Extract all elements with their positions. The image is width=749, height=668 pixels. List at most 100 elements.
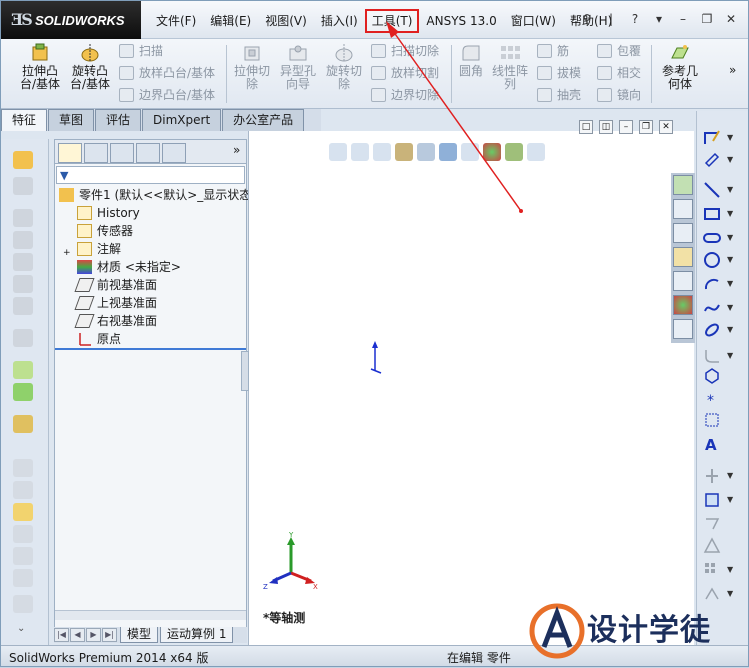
dimxpert-manager-tab[interactable] [136,143,160,163]
chevron-down-icon[interactable]: ▼ [727,279,733,288]
shell-button[interactable]: 抽壳 [537,85,581,105]
horizontal-scrollbar[interactable] [55,610,246,620]
pattern-icon[interactable] [13,329,33,347]
extrude-icon[interactable] [13,151,33,169]
sketch-picture-icon[interactable] [13,481,33,499]
configuration-manager-tab[interactable] [110,143,134,163]
extrude-cut-button[interactable]: 拉伸切 除 [227,43,277,91]
offset-entities-icon[interactable] [703,515,721,533]
restore-icon[interactable]: ❐ [639,120,653,134]
linear-pattern-button[interactable]: 线性阵 列 [485,43,535,91]
tree-filter[interactable]: ▼ [56,166,245,184]
menu-window[interactable]: 窗口(W) [504,9,563,33]
close-icon[interactable]: ✕ [659,120,673,134]
revolve-cut-button[interactable]: 旋转切 除 [319,43,369,91]
line-icon[interactable] [703,181,721,199]
tab-evaluate[interactable]: 评估 [95,109,142,131]
chevron-down-icon[interactable]: ▼ [727,471,733,480]
resources-icon[interactable] [673,175,693,195]
feature-manager-tab[interactable] [58,143,82,163]
spline-icon[interactable] [703,299,721,317]
prev-tab-icon[interactable]: ◀ [70,628,85,642]
tab-motion-study[interactable]: 运动算例 1 [160,627,234,643]
cascade-icon[interactable]: ◫ [599,120,613,134]
annotation-icon[interactable] [13,503,33,521]
menu-view[interactable]: 视图(V) [258,9,314,33]
point-icon[interactable]: * [703,391,721,409]
minimize-icon[interactable]: – [619,120,633,134]
hide-show-icon[interactable] [461,143,479,161]
loft-boss-button[interactable]: 放样凸台/基体 [119,63,215,83]
shell-icon[interactable] [13,231,33,249]
rectangle-icon[interactable] [703,205,721,223]
mirror-button[interactable]: 镜向 [597,85,641,105]
chevron-down-icon[interactable]: ▼ [727,351,733,360]
sweep-button[interactable]: 扫描 [119,41,163,61]
mirror-entities-icon[interactable] [703,537,721,555]
chevron-down-icon[interactable]: ▼ [727,589,733,598]
scene-icon[interactable] [505,143,523,161]
expand-icon[interactable]: » [233,143,240,157]
hole-wizard-button[interactable]: 异型孔 向导 [273,43,323,91]
chevron-down-icon[interactable]: ▼ [727,185,733,194]
chevron-down-icon[interactable]: ▼ [727,325,733,334]
rollback-bar[interactable] [55,348,246,350]
menu-edit[interactable]: 编辑(E) [203,9,258,33]
cut-icon[interactable] [13,177,33,195]
tile-icon[interactable]: □ [579,120,593,134]
sweep-cut-button[interactable]: 扫描切除 [371,41,439,61]
reference-icon[interactable] [13,361,33,379]
graphics-area[interactable]: Y X Z *等轴测 [241,131,694,645]
first-tab-icon[interactable]: |◀ [54,628,69,642]
intersect-button[interactable]: 相交 [597,63,641,83]
chevron-down-icon[interactable]: ▼ [727,303,733,312]
boundary-boss-button[interactable]: 边界凸台/基体 [119,85,215,105]
linear-sketch-pattern-icon[interactable] [703,561,721,579]
view-orientation-icon[interactable] [417,143,435,161]
zoom-fit-icon[interactable] [329,143,347,161]
trim-icon[interactable] [703,467,721,485]
tab-office-products[interactable]: 办公室产品 [222,109,305,131]
display-manager-tab[interactable] [162,143,186,163]
chevron-down-icon[interactable]: ▾ [650,10,668,28]
expand-toolbar-icon[interactable]: » [729,63,736,77]
file-explorer-icon[interactable] [673,247,693,267]
boundary-cut-button[interactable]: 边界切除 [371,85,439,105]
chevron-down-icon[interactable]: ▼ [727,133,733,142]
menu-insert[interactable]: 插入(I) [314,9,365,33]
curve-icon[interactable] [13,383,33,401]
polygon-icon[interactable] [703,367,721,385]
ellipse-icon[interactable] [703,321,721,339]
text-icon[interactable]: A [703,435,721,453]
tab-features[interactable]: 特征 [1,109,48,131]
combine-icon[interactable] [13,569,33,587]
rib-icon[interactable] [13,253,33,271]
home-icon[interactable] [673,199,693,219]
chevron-down-icon[interactable]: ▼ [727,495,733,504]
section-view-icon[interactable] [395,143,413,161]
convert-entities-icon[interactable] [703,491,721,509]
custom-properties-icon[interactable] [673,319,693,339]
delete-body-icon[interactable] [13,595,33,613]
restore-icon[interactable]: ❐ [698,10,716,28]
help-icon[interactable]: ? [626,10,644,28]
rib-button[interactable]: 筋 [537,41,569,61]
tab-model[interactable]: 模型 [120,627,159,643]
loft-cut-button[interactable]: 放样切割 [371,63,439,83]
chevron-down-icon[interactable]: ▼ [727,255,733,264]
sketch-text-icon[interactable] [13,459,33,477]
chevron-down-icon[interactable]: ▼ [727,233,733,242]
solidworks-logo[interactable]: ƎS SOLIDWORKS [1,1,141,39]
property-manager-tab[interactable] [84,143,108,163]
plane-icon[interactable] [703,411,721,429]
chevron-down-icon[interactable]: ▼ [727,565,733,574]
design-library-icon[interactable] [673,223,693,243]
menu-tools[interactable]: 工具(T) [364,9,420,33]
view-settings-icon[interactable] [527,143,545,161]
fillet-sketch-icon[interactable] [703,347,721,365]
instant3d-icon[interactable] [13,415,33,433]
chevron-down-icon[interactable]: ▼ [727,155,733,164]
circle-icon[interactable] [703,251,721,269]
view-palette-icon[interactable] [673,271,693,291]
extrude-boss-button[interactable]: 拉伸凸 台/基体 [15,43,65,91]
